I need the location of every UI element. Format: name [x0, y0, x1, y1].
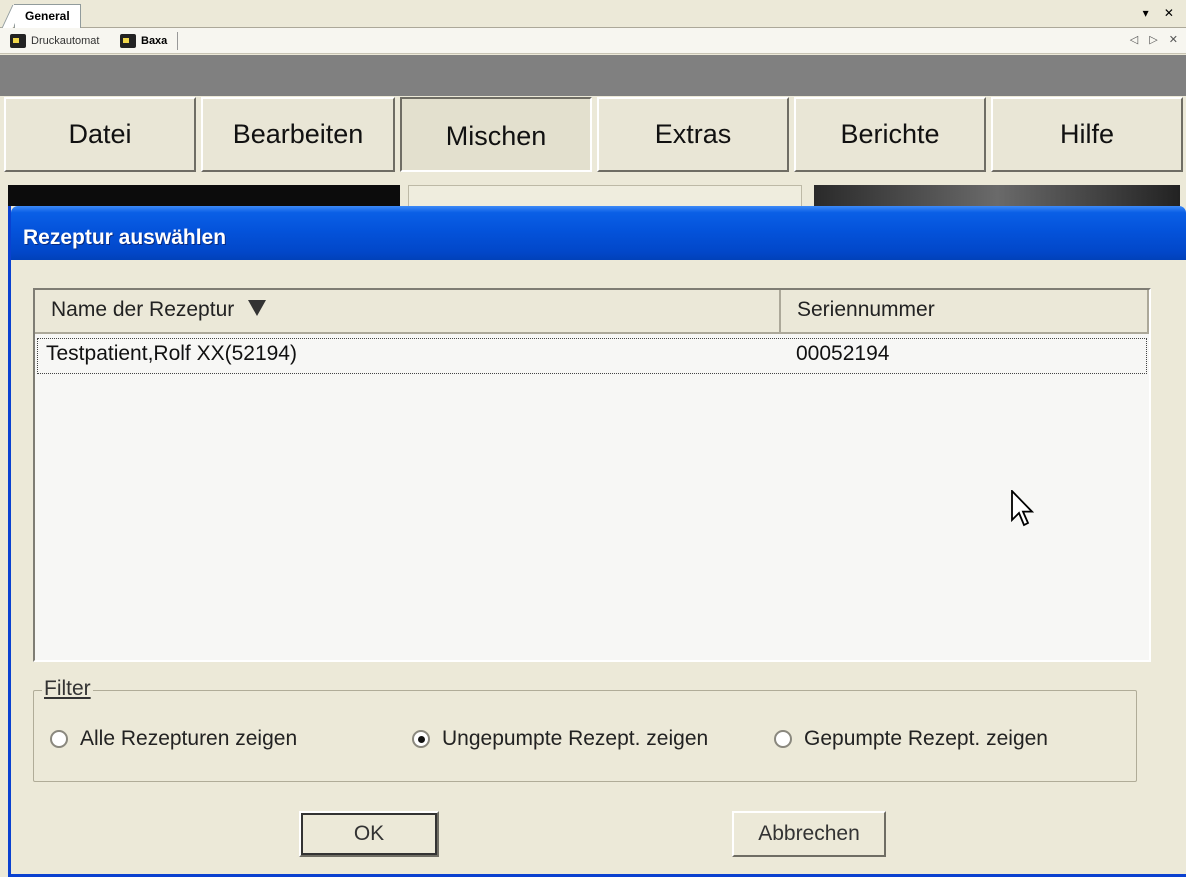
recipe-name-cell: Testpatient,Rolf XX(52194) [46, 342, 297, 365]
doc-item-druckautomat[interactable]: Druckautomat [10, 32, 99, 50]
sort-descending-icon [248, 300, 267, 317]
menu-button-hilfe[interactable]: Hilfe [991, 97, 1183, 172]
column-header-name[interactable]: Name der Rezeptur [35, 290, 781, 334]
radio-label: Ungepumpte Rezept. zeigen [442, 727, 709, 750]
menu-button-mischen[interactable]: Mischen [400, 97, 592, 172]
radio-all-recipes[interactable]: Alle Rezepturen zeigen [50, 727, 297, 751]
column-header-label: Seriennummer [797, 298, 935, 321]
radio-button[interactable] [774, 730, 792, 748]
radio-pumped-recipes[interactable]: Gepumpte Rezept. zeigen [774, 727, 1048, 751]
tab-general[interactable]: General [14, 4, 81, 28]
radio-unpumped-recipes[interactable]: Ungepumpte Rezept. zeigen [412, 727, 708, 751]
menu-button-berichte[interactable]: Berichte [794, 97, 986, 172]
ok-button[interactable]: OK [299, 811, 439, 857]
doc-item-baxa[interactable]: Baxa [120, 32, 167, 50]
app-icon [10, 34, 26, 48]
mouse-cursor-icon [1011, 490, 1035, 527]
doc-bar-controls[interactable]: ◁ ▷ ✕ [1130, 33, 1182, 46]
document-bar: Druckautomat Baxa ◁ ▷ ✕ [0, 28, 1186, 54]
dialog-title: Rezeptur auswählen [23, 226, 227, 249]
tab-strip: General ▾ ✕ [0, 0, 1186, 28]
table-row[interactable]: Testpatient,Rolf XX(52194) 00052194 [37, 338, 1147, 374]
menu-button-extras[interactable]: Extras [597, 97, 789, 172]
header-band [0, 55, 1186, 96]
filter-legend: Filter [42, 677, 93, 701]
filter-group: Filter Alle Rezepturen zeigen Ungepumpte… [33, 677, 1137, 782]
select-recipe-dialog: Rezeptur auswählen Name der Rezeptur Ser… [8, 206, 1186, 877]
divider [177, 32, 178, 50]
column-header-label: Name der Rezeptur [51, 298, 235, 321]
recipe-list[interactable]: Name der Rezeptur Seriennummer Testpatie… [33, 288, 1151, 662]
column-header-serial[interactable]: Seriennummer [781, 290, 1149, 334]
tab-strip-controls[interactable]: ▾ ✕ [1143, 6, 1180, 20]
radio-button[interactable] [50, 730, 68, 748]
menu-button-datei[interactable]: Datei [4, 97, 196, 172]
app-icon [120, 34, 136, 48]
doc-item-label: Druckautomat [31, 35, 100, 47]
cancel-button[interactable]: Abbrechen [732, 811, 886, 857]
dialog-titlebar[interactable]: Rezeptur auswählen [11, 206, 1186, 260]
radio-button-checked[interactable] [412, 730, 430, 748]
doc-item-label: Baxa [141, 35, 168, 47]
recipe-serial-cell: 00052194 [796, 342, 890, 365]
radio-label: Alle Rezepturen zeigen [80, 727, 298, 750]
menu-button-bearbeiten[interactable]: Bearbeiten [201, 97, 395, 172]
radio-label: Gepumpte Rezept. zeigen [804, 727, 1048, 750]
